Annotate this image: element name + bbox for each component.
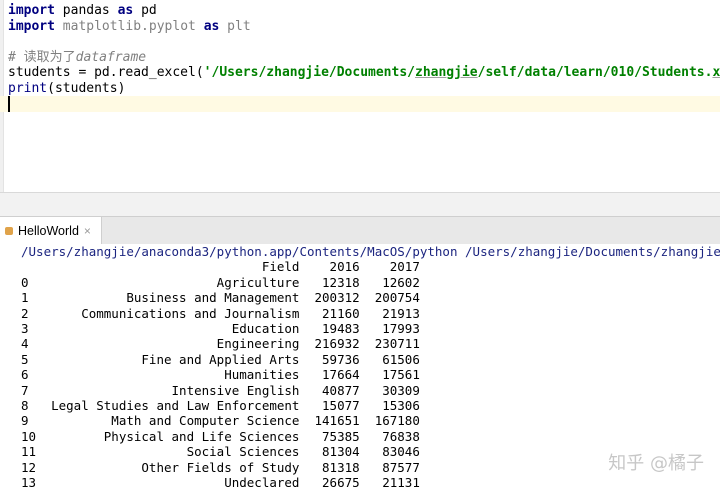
command-line: /Users/zhangjie/anaconda3/python.app/Con… [21, 244, 720, 259]
call-args: (students) [47, 81, 126, 96]
module-name: pandas [54, 3, 118, 18]
dataframe-row: 13 Undeclared 26675 21131 [21, 475, 420, 490]
close-icon[interactable]: × [84, 224, 91, 238]
code-line-2[interactable]: import matplotlib.pyplot as plt [8, 19, 251, 35]
keyword-as: as [203, 19, 220, 34]
dataframe-row: 9 Math and Computer Science 141651 16718… [21, 413, 420, 429]
dataframe-row: 10 Physical and Life Sciences 75385 7683… [21, 428, 420, 444]
current-line-highlight [0, 96, 720, 112]
run-tab-label: HelloWorld [18, 223, 79, 238]
code-line-1[interactable]: import pandas as pd [8, 3, 157, 19]
dataframe-row: 0 Agriculture 12318 12602 [21, 274, 420, 290]
code-line-4[interactable]: # 读取为了dataframe [8, 50, 146, 66]
assignment-prefix: students = pd.read_excel( [8, 65, 204, 80]
dataframe-row: 8 Legal Studies and Law Enforcement 1507… [21, 398, 420, 413]
run-tab-helloworld[interactable]: HelloWorld × [0, 217, 102, 244]
module-name: matplotlib.pyplot [54, 19, 204, 34]
dataframe-row: 7 Intensive English 40877 30309 [21, 382, 420, 398]
code-editor[interactable]: import pandas as pd import matplotlib.py… [0, 0, 720, 192]
dataframe-row: 5 Fine and Applied Arts 59736 61506 [21, 351, 420, 367]
comment-italic-text: dataframe [75, 50, 147, 65]
watermark-text: 知乎 @橘子 [608, 453, 704, 474]
panel-divider[interactable] [0, 192, 720, 217]
dataframe-row: 4 Engineering 216932 230711 [21, 336, 420, 352]
alias-name: plt [219, 19, 251, 34]
keyword-as: as [117, 3, 134, 18]
dataframe-row: 3 Education 19483 17993 [21, 321, 420, 336]
string-warn-part: xlsx [712, 65, 720, 80]
string-part: '/Users/zhangjie/Documents/ [203, 65, 415, 80]
code-line-6[interactable]: print(students) [8, 81, 125, 97]
code-line-5[interactable]: students = pd.read_excel('/Users/zhangji… [8, 65, 720, 81]
dataframe-row: 11 Social Sciences 81304 83046 [21, 444, 420, 460]
dataframe-row: 6 Humanities 17664 17561 [21, 367, 420, 383]
builtin-print: print [8, 81, 48, 96]
string-part: /self/data/learn/010/Students. [477, 65, 713, 80]
python-file-icon [5, 226, 13, 235]
dataframe-row: 1 Business and Management 200312 200754 [21, 290, 420, 306]
dataframe-row: 12 Other Fields of Study 81318 87577 [21, 459, 420, 475]
keyword-import: import [8, 19, 55, 34]
run-tab-bar: HelloWorld × [0, 216, 720, 245]
dataframe-header: Field 2016 2017 [21, 259, 420, 275]
comment-text: # 读取为了 [8, 50, 76, 65]
alias-name: pd [133, 3, 157, 18]
dataframe-row: 2 Communications and Journalism 21160 21… [21, 305, 420, 321]
text-caret [8, 96, 10, 112]
string-warn-part: zhangjie [415, 65, 478, 80]
keyword-import: import [8, 3, 55, 18]
